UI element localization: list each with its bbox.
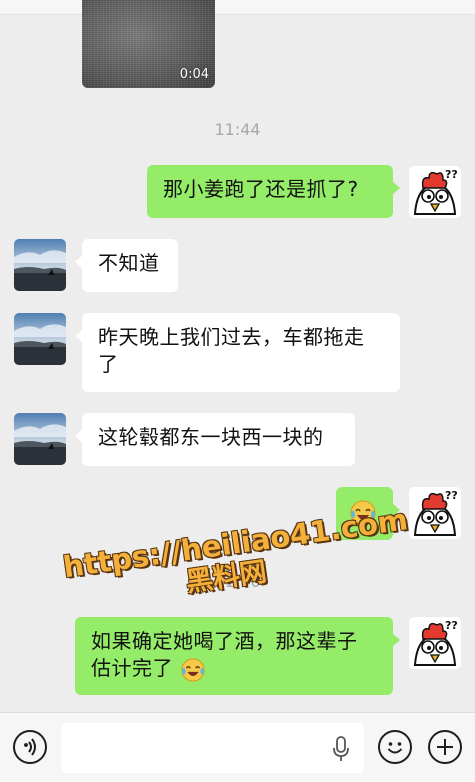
message-text: 这轮毂都东一块西一块的: [98, 425, 324, 449]
lake-photo-avatar: [14, 413, 66, 465]
message-text: 不知道: [98, 251, 160, 275]
voice-toggle-button[interactable]: [13, 730, 47, 764]
top-edge: [0, 0, 475, 15]
svg-text:??: ??: [445, 619, 458, 632]
message-input[interactable]: [61, 723, 364, 773]
emoji-icon: [387, 742, 403, 754]
input-bar: [0, 712, 475, 782]
laughing-crying-emoji-icon: [181, 657, 205, 682]
svg-text:??: ??: [445, 168, 458, 181]
laughing-crying-emoji-icon: [350, 500, 376, 525]
message-text: 昨天晚上我们过去，车都拖走了: [98, 325, 365, 376]
timestamp: 11:44: [214, 120, 261, 139]
contact-avatar[interactable]: [14, 413, 66, 465]
outgoing-message-bubble[interactable]: 那小姜跑了还是抓了?: [147, 165, 400, 218]
lake-photo-avatar: [14, 313, 66, 365]
plus-icon: [437, 739, 453, 755]
video-message[interactable]: 0:04: [82, 0, 215, 88]
self-avatar[interactable]: ??: [409, 166, 461, 218]
timestamp: 11:50: [214, 572, 261, 591]
message-text: 如果确定她喝了酒，那这辈子估计完了: [91, 629, 358, 680]
cartoon-chicken-avatar: ??: [409, 487, 461, 539]
incoming-message-bubble[interactable]: 这轮毂都东一块西一块的: [75, 413, 355, 466]
lake-photo-avatar: [14, 239, 66, 291]
emoji-button[interactable]: [378, 730, 412, 764]
video-duration: 0:04: [179, 67, 209, 82]
outgoing-message-bubble[interactable]: [336, 487, 400, 540]
svg-text:??: ??: [445, 489, 458, 502]
voice-icon: [24, 738, 36, 756]
contact-avatar[interactable]: [14, 313, 66, 365]
cartoon-chicken-avatar: ??: [409, 166, 461, 218]
incoming-message-bubble[interactable]: 昨天晚上我们过去，车都拖走了: [75, 313, 400, 392]
self-avatar[interactable]: ??: [409, 617, 461, 669]
outgoing-message-bubble[interactable]: 如果确定她喝了酒，那这辈子估计完了: [75, 617, 400, 695]
add-button[interactable]: [428, 730, 462, 764]
message-text: 那小姜跑了还是抓了?: [163, 177, 359, 201]
incoming-message-bubble[interactable]: 不知道: [75, 239, 178, 292]
cartoon-chicken-avatar: ??: [409, 617, 461, 669]
contact-avatar[interactable]: [14, 239, 66, 291]
mic-icon[interactable]: [332, 736, 350, 762]
self-avatar[interactable]: ??: [409, 487, 461, 539]
